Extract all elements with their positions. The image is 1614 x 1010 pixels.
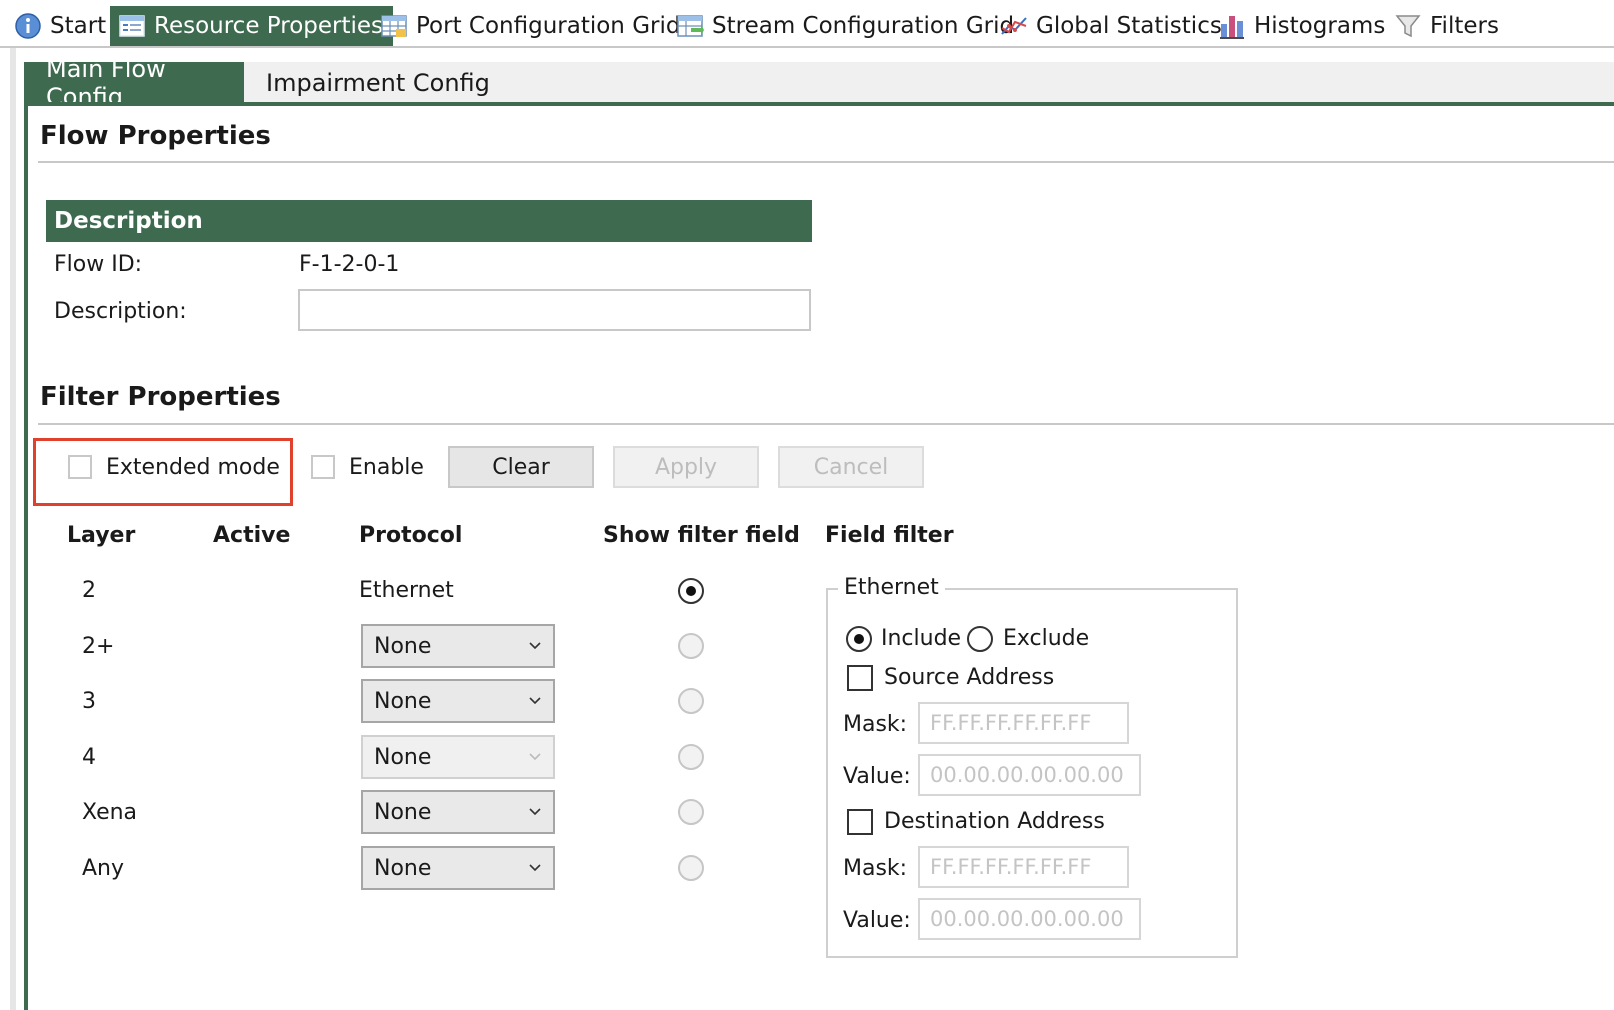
exclude-radio[interactable]: [967, 626, 993, 652]
apply-button[interactable]: Apply: [613, 446, 759, 488]
toolbar-tab-filters[interactable]: Filters: [1394, 6, 1499, 46]
layer-cell: 4: [82, 745, 96, 770]
filter-properties-title: Filter Properties: [40, 382, 281, 412]
select-value: None: [374, 633, 432, 659]
destination-address-label: Destination Address: [884, 809, 1105, 834]
protocol-select[interactable]: None: [361, 790, 555, 834]
destination-address-checkbox[interactable]: [847, 809, 873, 835]
input-placeholder: 00.00.00.00.00.00: [930, 907, 1124, 931]
group-legend: Ethernet: [838, 575, 945, 600]
layer-cell: 2+: [82, 634, 115, 659]
column-header-protocol: Protocol: [359, 523, 463, 548]
chevron-down-icon: [529, 753, 541, 761]
destination-mask-label: Mask:: [843, 856, 908, 881]
input-placeholder: 00.00.00.00.00.00: [930, 763, 1124, 787]
line-chart-icon: [1001, 17, 1027, 35]
show-filter-radio[interactable]: [678, 633, 704, 659]
description-section-header: Description: [46, 200, 812, 242]
protocol-select[interactable]: None: [361, 846, 555, 890]
column-header-active: Active: [213, 523, 291, 548]
toolbar-label: Resource Properties: [154, 13, 384, 39]
cancel-button[interactable]: Cancel: [778, 446, 924, 488]
flow-properties-title: Flow Properties: [40, 121, 271, 151]
chevron-down-icon: [529, 697, 541, 705]
chevron-down-icon: [529, 864, 541, 872]
panel-left-border: [24, 102, 28, 1010]
source-address-checkbox[interactable]: [847, 665, 873, 691]
toolbar-tab-histograms[interactable]: Histograms: [1218, 6, 1385, 46]
layer-cell: Any: [82, 856, 125, 881]
toolbar-tab-resource-properties[interactable]: Resource Properties: [110, 6, 394, 46]
divider: [38, 161, 1614, 163]
input-placeholder: FF.FF.FF.FF.FF.FF: [930, 855, 1092, 879]
exclude-label: Exclude: [1003, 626, 1090, 651]
enable-checkbox[interactable]: [311, 455, 335, 479]
divider: [38, 423, 1614, 425]
select-value: None: [374, 855, 432, 881]
subtab-underline: [24, 102, 1614, 106]
enable-label: Enable: [349, 455, 424, 480]
source-value-label: Value:: [843, 764, 911, 789]
bar-chart-icon: [1220, 16, 1244, 39]
protocol-cell: Ethernet: [359, 578, 454, 603]
show-filter-radio[interactable]: [678, 799, 704, 825]
destination-value-label: Value:: [843, 908, 911, 933]
select-value: None: [374, 688, 432, 714]
select-value: None: [374, 744, 432, 770]
toolbar-tab-stream-configuration-grid[interactable]: Stream Configuration Grid: [676, 6, 1014, 46]
source-mask-label: Mask:: [843, 712, 908, 737]
destination-mask-input[interactable]: FF.FF.FF.FF.FF.FF: [918, 846, 1129, 888]
source-value-input[interactable]: 00.00.00.00.00.00: [918, 754, 1141, 796]
show-filter-radio[interactable]: [678, 855, 704, 881]
description-input[interactable]: [298, 289, 811, 331]
layer-cell: 3: [82, 689, 96, 714]
left-rail: [10, 48, 16, 1010]
extended-mode-label: Extended mode: [106, 455, 280, 480]
column-header-layer: Layer: [67, 523, 136, 548]
toolbar-label: Stream Configuration Grid: [712, 13, 1015, 39]
clear-button[interactable]: Clear: [448, 446, 594, 488]
toolbar-label: Global Statistics: [1036, 13, 1222, 39]
main-toolbar: Start Resource Properties Port Configura…: [0, 0, 1614, 48]
show-filter-radio[interactable]: [678, 578, 704, 604]
grid-icon: [381, 15, 407, 37]
section-header-label: Description: [54, 208, 203, 234]
include-radio[interactable]: [846, 626, 872, 652]
toolbar-tab-start[interactable]: Start: [14, 6, 106, 46]
select-value: None: [374, 799, 432, 825]
input-placeholder: FF.FF.FF.FF.FF.FF: [930, 711, 1092, 735]
column-header-show-filter-field: Show filter field: [603, 523, 800, 548]
source-mask-input[interactable]: FF.FF.FF.FF.FF.FF: [918, 702, 1129, 744]
stream-grid-icon: [677, 15, 704, 37]
toolbar-label: Port Configuration Grid: [416, 13, 681, 39]
info-icon: [15, 13, 41, 39]
toolbar-label: Filters: [1430, 13, 1499, 39]
include-label: Include: [881, 626, 962, 651]
chevron-down-icon: [529, 642, 541, 650]
show-filter-radio[interactable]: [678, 688, 704, 714]
toolbar-label: Histograms: [1254, 13, 1386, 39]
source-address-label: Source Address: [884, 665, 1055, 690]
show-filter-radio[interactable]: [678, 744, 704, 770]
protocol-select[interactable]: None: [361, 735, 555, 779]
protocol-select[interactable]: None: [361, 624, 555, 668]
toolbar-tab-port-configuration-grid[interactable]: Port Configuration Grid: [380, 6, 680, 46]
properties-icon: [119, 15, 145, 37]
layer-cell: Xena: [82, 800, 138, 825]
tab-impairment-config[interactable]: Impairment Config: [244, 62, 512, 104]
tab-label: Impairment Config: [266, 69, 490, 97]
filter-icon: [1395, 15, 1421, 38]
description-label: Description:: [54, 299, 187, 324]
toolbar-label: Start: [50, 13, 107, 39]
flow-id-label: Flow ID:: [54, 252, 143, 277]
toolbar-tab-global-statistics[interactable]: Global Statistics: [1000, 6, 1222, 46]
tab-main-flow-config[interactable]: Main Flow Config: [24, 55, 244, 111]
chevron-down-icon: [529, 808, 541, 816]
extended-mode-checkbox[interactable]: [68, 455, 92, 479]
protocol-select[interactable]: None: [361, 679, 555, 723]
column-header-field-filter: Field filter: [825, 523, 954, 548]
layer-cell: 2: [82, 578, 96, 603]
destination-value-input[interactable]: 00.00.00.00.00.00: [918, 898, 1141, 940]
flow-id-value: F-1-2-0-1: [299, 252, 400, 277]
